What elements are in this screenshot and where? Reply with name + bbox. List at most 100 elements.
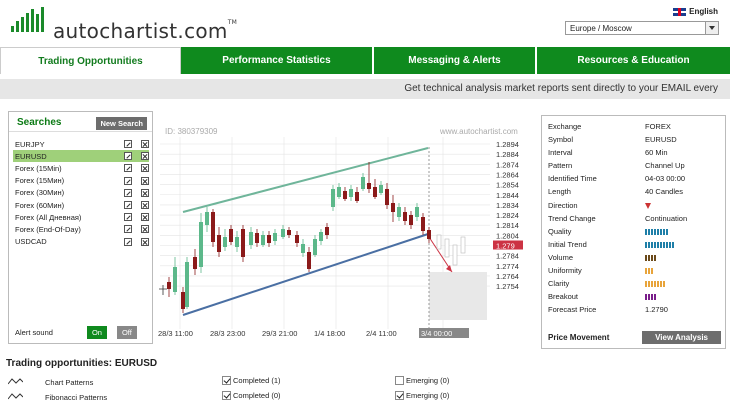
completed-checkbox[interactable] xyxy=(222,376,231,385)
search-item[interactable]: Forex (60Мин) xyxy=(13,199,149,211)
info-value: Channel Up xyxy=(645,161,685,171)
candle-body xyxy=(415,207,419,217)
edit-icon[interactable] xyxy=(124,225,132,234)
price-tick-label: 1.2824 xyxy=(496,211,519,220)
candle-body xyxy=(343,191,347,199)
tab-trading-opportunities[interactable]: Trading Opportunities xyxy=(0,47,181,74)
language-label: English xyxy=(689,7,718,16)
timezone-select[interactable]: Europe / Moscow xyxy=(565,21,719,35)
completed-label: Completed (1) xyxy=(233,376,281,385)
candle-body xyxy=(337,187,341,197)
rating-bars xyxy=(645,228,723,235)
completed-filter[interactable]: Completed (1) xyxy=(222,376,281,385)
alert-sound-on-button[interactable]: On xyxy=(86,326,107,339)
emerging-checkbox[interactable] xyxy=(395,391,404,400)
header: autochartist.comTM English Europe / Mosc… xyxy=(0,0,730,43)
search-item[interactable]: Forex (All Дневная) xyxy=(13,211,149,223)
forecast-zone xyxy=(429,272,487,320)
candle-body xyxy=(211,212,215,242)
alert-sound-label: Alert sound xyxy=(15,328,53,337)
delete-icon[interactable] xyxy=(141,237,149,246)
rating-bars xyxy=(645,281,723,288)
edit-icon[interactable] xyxy=(124,176,132,185)
edit-icon[interactable] xyxy=(124,201,132,210)
rating-bars xyxy=(645,254,723,261)
channel-upper-line xyxy=(182,147,429,213)
search-item[interactable]: Forex (15Min) xyxy=(13,162,149,174)
candle-body xyxy=(349,189,353,197)
search-item-label: Forex (15Min) xyxy=(15,163,62,173)
search-item-label: Forex (All Дневная) xyxy=(15,212,82,222)
edit-icon[interactable] xyxy=(124,237,132,246)
delete-icon[interactable] xyxy=(141,152,149,161)
alert-sound-control: Alert sound On Off xyxy=(15,326,137,339)
completed-checkbox[interactable] xyxy=(222,391,231,400)
price-tick-label: 1.2844 xyxy=(496,191,519,200)
info-row: Symbol EURUSD xyxy=(548,135,723,148)
emerging-filter[interactable]: Emerging (0) xyxy=(395,391,449,400)
info-row: Direction xyxy=(548,201,723,214)
delete-icon[interactable] xyxy=(141,188,149,197)
info-row: Identified Time 04-03 00:00 xyxy=(548,174,723,187)
price-tick-label: 1.2864 xyxy=(496,170,519,179)
tab-performance-statistics[interactable]: Performance Statistics xyxy=(181,47,374,74)
time-tick-label: 29/3 21:00 xyxy=(262,329,297,338)
alert-sound-off-button[interactable]: Off xyxy=(116,326,137,339)
price-movement-label[interactable]: Price Movement xyxy=(548,333,609,342)
delete-icon[interactable] xyxy=(141,140,149,149)
completed-filter[interactable]: Completed (0) xyxy=(222,391,281,400)
delete-icon[interactable] xyxy=(141,164,149,173)
edit-icon[interactable] xyxy=(124,164,132,173)
uk-flag-icon xyxy=(673,7,687,16)
info-key: Clarity xyxy=(548,279,570,289)
search-item[interactable]: Forex (30Мин) xyxy=(13,187,149,199)
email-reports-banner[interactable]: Get technical analysis market reports se… xyxy=(0,79,730,99)
delete-icon[interactable] xyxy=(141,225,149,234)
info-key: Direction xyxy=(548,200,578,210)
delete-icon[interactable] xyxy=(141,201,149,210)
tab-messaging-alerts[interactable]: Messaging & Alerts xyxy=(374,47,537,74)
edit-icon[interactable] xyxy=(124,213,132,222)
chevron-down-icon[interactable] xyxy=(705,22,718,34)
info-key: Forecast Price xyxy=(548,305,597,315)
language-selector[interactable]: English xyxy=(673,7,718,16)
emerging-checkbox[interactable] xyxy=(395,376,404,385)
info-value: 1.2790 xyxy=(645,305,668,315)
delete-icon[interactable] xyxy=(141,176,149,185)
candle-body xyxy=(173,267,177,292)
emerging-label: Emerging (0) xyxy=(406,391,450,400)
search-item[interactable]: Forex (End-Of-Day) xyxy=(13,223,149,235)
candle-body xyxy=(403,212,407,221)
search-item[interactable]: EURJPY xyxy=(13,138,149,150)
tab-resources-education[interactable]: Resources & Education xyxy=(537,47,730,74)
candle-body xyxy=(281,229,285,237)
price-tick-label: 1.2814 xyxy=(496,221,519,230)
delete-icon[interactable] xyxy=(141,213,149,222)
edit-icon[interactable] xyxy=(124,152,132,161)
candle-body xyxy=(199,222,203,267)
candle-body xyxy=(367,183,371,189)
info-footer: Price Movement View Analysis xyxy=(548,331,721,344)
search-item[interactable]: USDCAD xyxy=(13,236,149,248)
search-item-label: Forex (60Мин) xyxy=(15,200,65,210)
emerging-filter[interactable]: Emerging (0) xyxy=(395,376,449,385)
price-chart[interactable]: ID: 380379309 www.autochartist.com 1.289… xyxy=(155,117,538,347)
view-analysis-button[interactable]: View Analysis xyxy=(642,331,721,344)
candle-body xyxy=(193,257,197,269)
info-value xyxy=(645,279,723,288)
candle-body xyxy=(427,230,431,239)
edit-icon[interactable] xyxy=(124,188,132,197)
search-item[interactable]: Forex (15Мин) xyxy=(13,175,149,187)
chart-canvas[interactable]: 1.28941.28841.28741.28641.28541.28441.28… xyxy=(155,117,538,347)
edit-icon[interactable] xyxy=(124,140,132,149)
logo-trademark: TM xyxy=(227,19,238,26)
price-tick-label: 1.2894 xyxy=(496,140,519,149)
info-key: Trend Change xyxy=(548,213,596,223)
info-key: Quality xyxy=(548,226,572,236)
logo[interactable]: autochartist.comTM xyxy=(10,4,237,43)
info-key: Interval xyxy=(548,148,573,158)
pattern-filter-row: Chart Patterns Completed (1) Emerging (0… xyxy=(8,376,728,388)
new-search-button[interactable]: New Search xyxy=(96,117,147,130)
info-value: EURUSD xyxy=(645,135,677,145)
search-item[interactable]: EURUSD xyxy=(13,150,149,163)
